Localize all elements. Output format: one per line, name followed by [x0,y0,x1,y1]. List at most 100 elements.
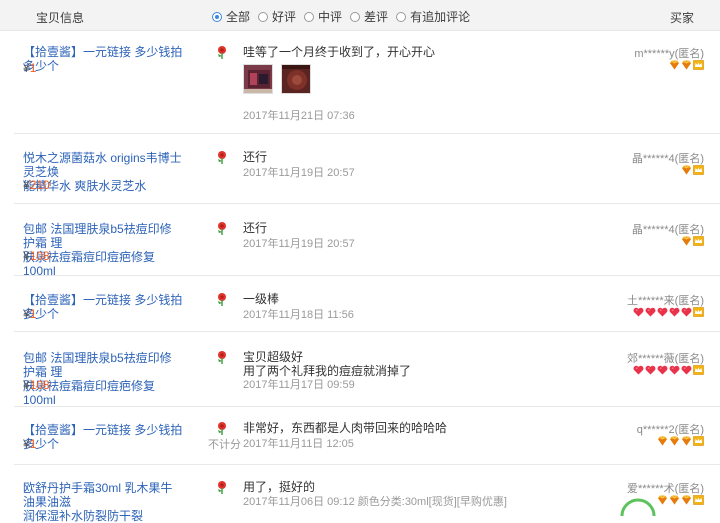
filter-good[interactable]: 好评 [258,8,296,25]
review-image[interactable] [243,64,273,94]
heart-level-icon [681,365,692,375]
radio-icon[interactable] [212,11,222,22]
comment-date: 2017年11月21日 07:36 [243,110,355,122]
item-price: ¥1 [23,437,37,451]
gem-level-icon [682,436,691,446]
gem-level-icon [658,436,667,446]
review-image[interactable] [281,64,311,94]
item-title-line: 包邮 法国理肤泉b5祛痘印修护霜 理 [23,222,172,250]
comment-text: 还行 [243,150,268,164]
heart-level-icon [657,307,668,317]
flower-icon [218,46,226,59]
gem-level-icon [670,495,679,505]
table-header: 宝贝信息 全部 好评 中评 差评 有追加评论 买家 [0,0,720,31]
buyer-name: 土******来(匿名) [626,295,704,307]
buyer-name: 爱******术(匿名) [626,483,704,495]
flower-icon [218,222,226,235]
review-row: 欧舒丹护手霜30ml 乳木果牛油果油滋 润保湿补水防裂防干裂 用了，挺好的 20… [14,464,720,523]
review-row: 悦木之源菌菇水 origins韦博士灵芝焕 能精华水 爽肤水灵芝水 ¥210 还… [14,133,720,204]
buyer-level [681,165,704,175]
gem-level-icon [670,436,679,446]
gem-level-icon [658,495,667,505]
review-row: 包邮 法国理肤泉b5祛痘印修护霜 理 肤泉祛痘霜痘印痘疤修复 100ml ¥10… [14,331,720,407]
radio-icon[interactable] [304,11,315,22]
item-title-link[interactable]: 【拾壹酱】一元链接 多少钱拍多少个 [23,423,183,451]
comment-date: 2017年11月11日 12:05 [243,438,354,450]
no-score-label: 不计分 [208,439,241,451]
heart-level-icon [633,365,644,375]
comment-text: 还行 [243,221,268,235]
buyer-name: 晶******4(匿名) [631,224,704,236]
gem-level-icon [670,60,679,70]
item-title-line: 【拾壹酱】一元链接 多少钱拍多少个 [23,423,183,451]
buyer-level [669,60,704,70]
buyer-header: 买家 [670,11,695,25]
item-price: ¥1 [23,61,37,75]
item-title-link[interactable]: 【拾壹酱】一元链接 多少钱拍多少个 [23,293,183,321]
heart-level-icon [633,307,644,317]
buyer-name: q******2(匿名) [636,424,704,436]
item-price: ¥108 [23,249,50,263]
filter-label: 好评 [272,10,297,24]
buyer-name: m******y(匿名) [634,48,704,60]
crown-level-icon [693,436,704,446]
buyer-level [657,495,704,505]
filter-followup[interactable]: 有追加评论 [396,8,470,25]
heart-level-icon [645,307,656,317]
comment-date: 2017年11月19日 20:57 [243,167,355,179]
buyer-level [657,436,704,446]
crown-level-icon [693,365,704,375]
item-title-line: 【拾壹酱】一元链接 多少钱拍多少个 [23,45,183,73]
comment-text: 非常好，东西都是人肉带回来的哈哈哈 [243,421,448,435]
heart-level-icon [669,307,680,317]
review-image-content [282,65,310,93]
review-row: 【拾壹酱】一元链接 多少钱拍多少个 ¥1 哇等了一个月终于收到了，开心开心 20… [14,45,720,134]
item-price: ¥210 [23,178,50,192]
radio-icon[interactable] [396,11,407,22]
filter-label: 差评 [364,10,389,24]
item-title-line: 【拾壹酱】一元链接 多少钱拍多少个 [23,293,183,321]
heart-level-icon [669,365,680,375]
gem-level-icon [682,495,691,505]
heart-level-icon [681,307,692,317]
comment-date: 2017年11月06日 09:12 颜色分类:30ml[现货][早购优惠] [243,496,507,508]
filter-neutral[interactable]: 中评 [304,8,342,25]
item-title-line: 包邮 法国理肤泉b5祛痘印修护霜 理 [23,351,172,379]
filter-label: 全部 [226,10,251,24]
item-title-line: 悦木之源菌菇水 origins韦博士灵芝焕 [23,151,182,179]
heart-level-icon [645,365,656,375]
item-title-line: 润保湿补水防裂防干裂 [23,509,144,523]
gem-level-icon [682,165,691,175]
item-price: ¥108 [23,378,50,392]
item-title-link[interactable]: 【拾壹酱】一元链接 多少钱拍多少个 [23,45,183,73]
radio-icon[interactable] [258,11,269,22]
review-row: 【拾壹酱】一元链接 多少钱拍多少个 ¥1 一级棒 2017年11月18日 11:… [14,275,720,332]
gem-level-icon [682,236,691,246]
gem-level-icon [682,60,691,70]
radio-icon[interactable] [350,11,361,22]
comment-text: 用了，挺好的 [243,480,316,494]
filter-all[interactable]: 全部 [212,8,250,25]
comment-text: 宝贝超级好 用了两个礼拜我的痘痘就消掉了 [243,350,412,378]
crown-level-icon [693,236,704,246]
comment-text: 哇等了一个月终于收到了，开心开心 [243,45,436,59]
filter-bad[interactable]: 差评 [350,8,388,25]
buyer-level [633,365,704,375]
flower-icon [218,151,226,164]
filter-label: 有追加评论 [410,10,471,24]
buyer-level [633,307,704,317]
item-title-line: 欧舒丹护手霜30ml 乳木果牛油果油滋 [23,481,173,509]
flower-icon [218,293,226,306]
filter-label: 中评 [318,10,343,24]
review-row: 【拾壹酱】一元链接 多少钱拍多少个 ¥1 不计分 非常好，东西都是人肉带回来的哈… [14,406,720,465]
crown-level-icon [693,165,704,175]
flower-icon [218,351,226,364]
item-title-link[interactable]: 欧舒丹护手霜30ml 乳木果牛油果油滋 润保湿补水防裂防干裂 [23,481,183,523]
heart-level-icon [657,365,668,375]
comment-date: 2017年11月18日 11:56 [243,309,354,321]
item-info-header: 宝贝信息 [36,11,85,25]
crown-level-icon [693,495,704,505]
review-image-content [244,65,272,93]
item-price: ¥1 [23,307,37,321]
flower-icon [218,481,226,494]
